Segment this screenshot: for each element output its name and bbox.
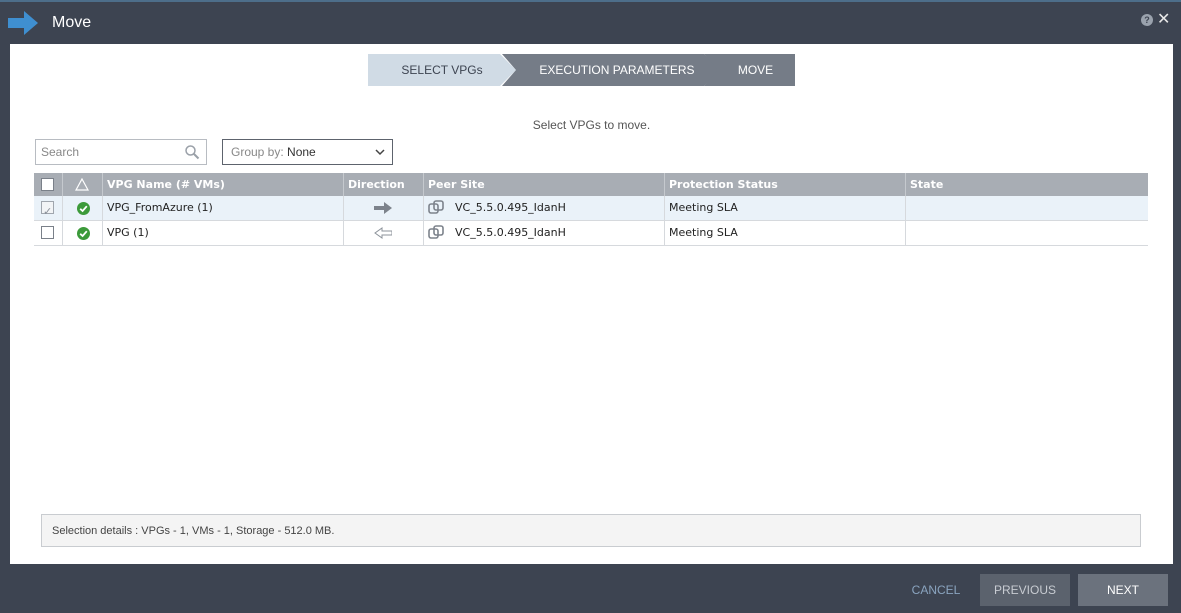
search-icon[interactable] [184, 144, 200, 160]
next-button[interactable]: NEXT [1078, 574, 1168, 606]
peer-site-name: VC_5.5.0.495_IdanH [455, 201, 566, 214]
help-icon[interactable]: ? [1141, 14, 1153, 26]
header-status-cell [63, 173, 103, 196]
protection-status: Meeting SLA [665, 221, 906, 245]
row-select-cell [34, 221, 63, 245]
check-circle-icon [77, 227, 90, 240]
table-header: VPG Name (# VMs) Direction Peer Site Pro… [34, 173, 1148, 196]
state [906, 221, 1148, 245]
row-status-cell [63, 196, 103, 220]
check-circle-icon [77, 202, 90, 215]
selection-details: Selection details : VPGs - 1, VMs - 1, S… [41, 514, 1141, 547]
group-by-label: Group by: [231, 145, 284, 159]
cancel-button[interactable]: CANCEL [903, 574, 969, 606]
vcenter-icon [428, 225, 444, 239]
row-select-cell [34, 196, 63, 220]
group-by-value: None [287, 145, 316, 159]
wizard-step-select-vpgs: SELECT VPGs [368, 54, 516, 86]
search-box[interactable] [35, 139, 207, 165]
vpg-name: VPG_FromAzure (1) [103, 196, 344, 220]
row-status-cell [63, 221, 103, 245]
peer-site-name: VC_5.5.0.495_IdanH [455, 226, 566, 239]
vcenter-icon [428, 200, 444, 214]
vpg-table: VPG Name (# VMs) Direction Peer Site Pro… [34, 173, 1148, 246]
column-header-vpg-name[interactable]: VPG Name (# VMs) [103, 173, 344, 196]
vpg-name: VPG (1) [103, 221, 344, 245]
table-row[interactable]: VPG (1) VC_5.5.0.495_IdanH Meeting SLA [34, 221, 1148, 246]
alert-triangle-icon[interactable] [75, 178, 89, 191]
close-icon[interactable]: ✕ [1157, 11, 1171, 27]
group-by-select[interactable]: Group by: None [222, 139, 393, 165]
peer-site-cell: VC_5.5.0.495_IdanH [424, 196, 665, 220]
direction-cell [344, 196, 424, 220]
search-input[interactable] [36, 140, 181, 164]
dialog-content: SELECT VPGs EXECUTION PARAMETERS MOVE Se… [10, 44, 1173, 564]
column-header-peer-site[interactable]: Peer Site [424, 173, 665, 196]
select-all-checkbox[interactable] [41, 178, 54, 191]
column-header-protection-status[interactable]: Protection Status [665, 173, 906, 196]
protection-status: Meeting SLA [665, 196, 906, 220]
wizard-step-execution-parameters: EXECUTION PARAMETERS [502, 54, 720, 86]
instruction-text: Select VPGs to move. [532, 118, 651, 132]
direction-cell [344, 221, 424, 245]
dialog-titlebar: Move ? ✕ [0, 0, 1181, 44]
column-header-direction[interactable]: Direction [344, 173, 424, 196]
row-checkbox[interactable] [41, 226, 54, 239]
previous-button[interactable]: PREVIOUS [980, 574, 1070, 606]
column-header-state[interactable]: State [906, 173, 1148, 196]
dialog-title: Move [52, 14, 92, 31]
state [906, 196, 1148, 220]
chevron-down-icon [375, 149, 385, 156]
header-select-all-cell [34, 173, 63, 196]
move-arrow-icon [8, 11, 38, 35]
arrow-right-solid-icon [374, 202, 392, 214]
table-row[interactable]: VPG_FromAzure (1) VC_5.5.0.495_IdanH Mee… [34, 196, 1148, 221]
row-checkbox[interactable] [41, 200, 54, 220]
peer-site-cell: VC_5.5.0.495_IdanH [424, 221, 665, 245]
arrow-left-outline-icon [374, 227, 392, 239]
